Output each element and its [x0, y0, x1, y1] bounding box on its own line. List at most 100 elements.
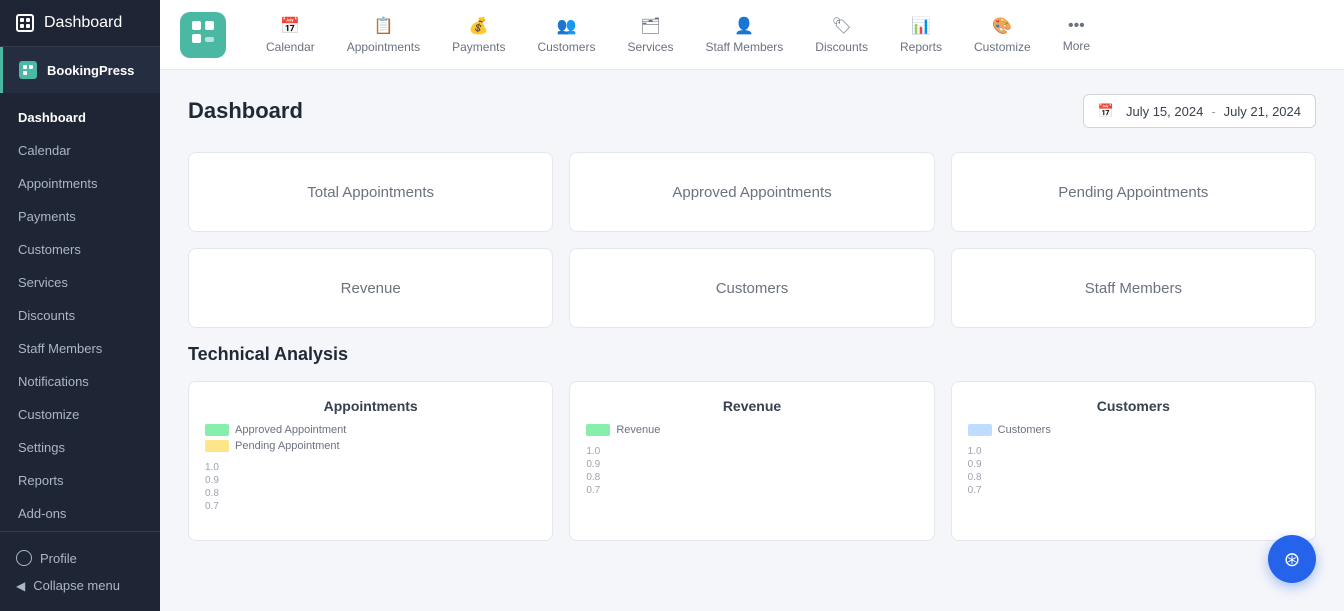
topbar-nav-item-services[interactable]: 🗂Services	[611, 8, 689, 62]
topbar-logo	[180, 12, 226, 58]
topbar-nav-item-staff-members[interactable]: 👤Staff Members	[689, 8, 799, 62]
topbar-icon-calendar: 📅	[280, 16, 300, 36]
profile-icon	[16, 550, 32, 566]
sidebar-item-customize[interactable]: Customize	[0, 398, 160, 431]
sidebar-item-staff-members[interactable]: Staff Members	[0, 332, 160, 365]
topbar-icon-payments: 💰	[469, 16, 489, 36]
chart-title: Revenue	[586, 398, 917, 414]
y-axis-label: 0.7	[586, 485, 917, 496]
date-end: July 21, 2024	[1224, 104, 1301, 119]
y-axis-label: 0.8	[968, 472, 1299, 483]
profile-label: Profile	[40, 551, 77, 566]
calendar-icon: 📅	[1098, 103, 1114, 119]
topbar-icon-services: 🗂	[640, 16, 660, 36]
main: 📅Calendar📋Appointments💰Payments👥Customer…	[160, 0, 1344, 611]
topbar-icon-appointments: 📋	[373, 16, 393, 36]
chart-cards: Appointments Approved Appointment Pendin…	[188, 381, 1316, 541]
chart-card-revenue: Revenue Revenue 1.00.90.80.7	[569, 381, 934, 541]
sidebar-footer: Profile ◀ Collapse menu	[0, 531, 160, 611]
profile-item[interactable]: Profile	[16, 544, 144, 572]
collapse-menu-button[interactable]: ◀ Collapse menu	[16, 572, 144, 599]
topbar-nav-item-customize[interactable]: 🎨Customize	[958, 8, 1047, 62]
topbar-nav-item-discounts[interactable]: 🏷Discounts	[799, 8, 884, 62]
topbar-icon-staff members: 👤	[734, 16, 754, 36]
sidebar-item-customers[interactable]: Customers	[0, 233, 160, 266]
y-axis-label: 0.8	[586, 472, 917, 483]
sidebar-item-discounts[interactable]: Discounts	[0, 299, 160, 332]
topbar-nav-item-reports[interactable]: 📊Reports	[884, 8, 958, 62]
sidebar-brand: BookingPress	[0, 47, 160, 93]
y-axis-label: 0.7	[205, 501, 536, 512]
legend-item: Revenue	[586, 424, 917, 436]
sidebar-item-reports[interactable]: Reports	[0, 464, 160, 497]
date-range-picker[interactable]: 📅 July 15, 2024 - July 21, 2024	[1083, 94, 1316, 128]
sidebar-item-services[interactable]: Services	[0, 266, 160, 299]
content: Dashboard 📅 July 15, 2024 - July 21, 202…	[160, 70, 1344, 611]
legend-color	[205, 440, 229, 452]
sidebar-item-dashboard[interactable]: Dashboard	[0, 101, 160, 134]
stat-card-approved-appointments: Approved Appointments	[569, 152, 934, 232]
stat-card-total-appointments: Total Appointments	[188, 152, 553, 232]
chart-title: Customers	[968, 398, 1299, 414]
stat-card-customers: Customers	[569, 248, 934, 328]
topbar-nav: 📅Calendar📋Appointments💰Payments👥Customer…	[250, 8, 1324, 62]
legend-label: Customers	[998, 424, 1051, 436]
legend-item: Customers	[968, 424, 1299, 436]
y-axis-label: 0.8	[205, 488, 536, 499]
topbar-icon-discounts: 🏷	[831, 16, 851, 36]
help-fab[interactable]: ⊛	[1268, 535, 1316, 583]
date-start: July 15, 2024	[1126, 104, 1203, 119]
topbar-nav-item-more[interactable]: •••More	[1047, 9, 1106, 61]
stat-card-pending-appointments: Pending Appointments	[951, 152, 1316, 232]
topbar-icon-reports: 📊	[911, 16, 931, 36]
chart-y-labels: 1.0 0.9 0.8 0.7	[968, 446, 1299, 496]
brand-icon	[19, 61, 37, 79]
legend-item: Pending Appointment	[205, 440, 536, 452]
y-axis-label: 0.9	[205, 475, 536, 486]
legend-color	[586, 424, 610, 436]
y-axis-label: 0.9	[586, 459, 917, 470]
sidebar-dashboard-header[interactable]: Dashboard	[0, 0, 160, 47]
legend-label: Pending Appointment	[235, 440, 340, 452]
sidebar-item-notifications[interactable]: Notifications	[0, 365, 160, 398]
legend-color	[205, 424, 229, 436]
chart-legend: Approved Appointment Pending Appointment	[205, 424, 536, 452]
stat-card-staff-members: Staff Members	[951, 248, 1316, 328]
date-separator: -	[1211, 104, 1215, 119]
sidebar: Dashboard BookingPress DashboardCalendar…	[0, 0, 160, 611]
help-icon: ⊛	[1284, 547, 1301, 572]
topbar-nav-item-payments[interactable]: 💰Payments	[436, 8, 521, 62]
technical-analysis-section: Technical Analysis Appointments Approved…	[188, 344, 1316, 541]
sidebar-item-settings[interactable]: Settings	[0, 431, 160, 464]
topbar-nav-item-calendar[interactable]: 📅Calendar	[250, 8, 331, 62]
sidebar-item-add-ons[interactable]: Add-ons	[0, 497, 160, 530]
topbar-logo-icon	[190, 19, 216, 51]
legend-label: Approved Appointment	[235, 424, 346, 436]
sidebar-item-payments[interactable]: Payments	[0, 200, 160, 233]
topbar-icon-customize: 🎨	[992, 16, 1012, 36]
chart-legend: Customers	[968, 424, 1299, 436]
topbar-icon-customers: 👥	[557, 16, 577, 36]
sidebar-item-calendar[interactable]: Calendar	[0, 134, 160, 167]
page-title: Dashboard	[188, 98, 303, 124]
chart-legend: Revenue	[586, 424, 917, 436]
chart-card-appointments: Appointments Approved Appointment Pendin…	[188, 381, 553, 541]
topbar-icon-more: •••	[1068, 17, 1085, 35]
topbar: 📅Calendar📋Appointments💰Payments👥Customer…	[160, 0, 1344, 70]
sidebar-nav: DashboardCalendarAppointmentsPaymentsCus…	[0, 93, 160, 531]
y-axis-label: 1.0	[205, 462, 536, 473]
dashboard-header: Dashboard 📅 July 15, 2024 - July 21, 202…	[188, 94, 1316, 128]
y-axis-label: 1.0	[968, 446, 1299, 457]
collapse-label: Collapse menu	[33, 578, 120, 593]
collapse-arrow-icon: ◀	[16, 579, 25, 593]
legend-item: Approved Appointment	[205, 424, 536, 436]
chart-card-customers: Customers Customers 1.0 0.9 0.8 0.7	[951, 381, 1316, 541]
y-axis-label: 0.9	[968, 459, 1299, 470]
topbar-nav-item-appointments[interactable]: 📋Appointments	[331, 8, 436, 62]
stat-cards: Total AppointmentsApproved AppointmentsP…	[188, 152, 1316, 328]
technical-analysis-title: Technical Analysis	[188, 344, 1316, 365]
dashboard-icon	[16, 14, 34, 32]
sidebar-item-appointments[interactable]: Appointments	[0, 167, 160, 200]
topbar-nav-item-customers[interactable]: 👥Customers	[521, 8, 611, 62]
y-axis-label: 0.7	[968, 485, 1299, 496]
